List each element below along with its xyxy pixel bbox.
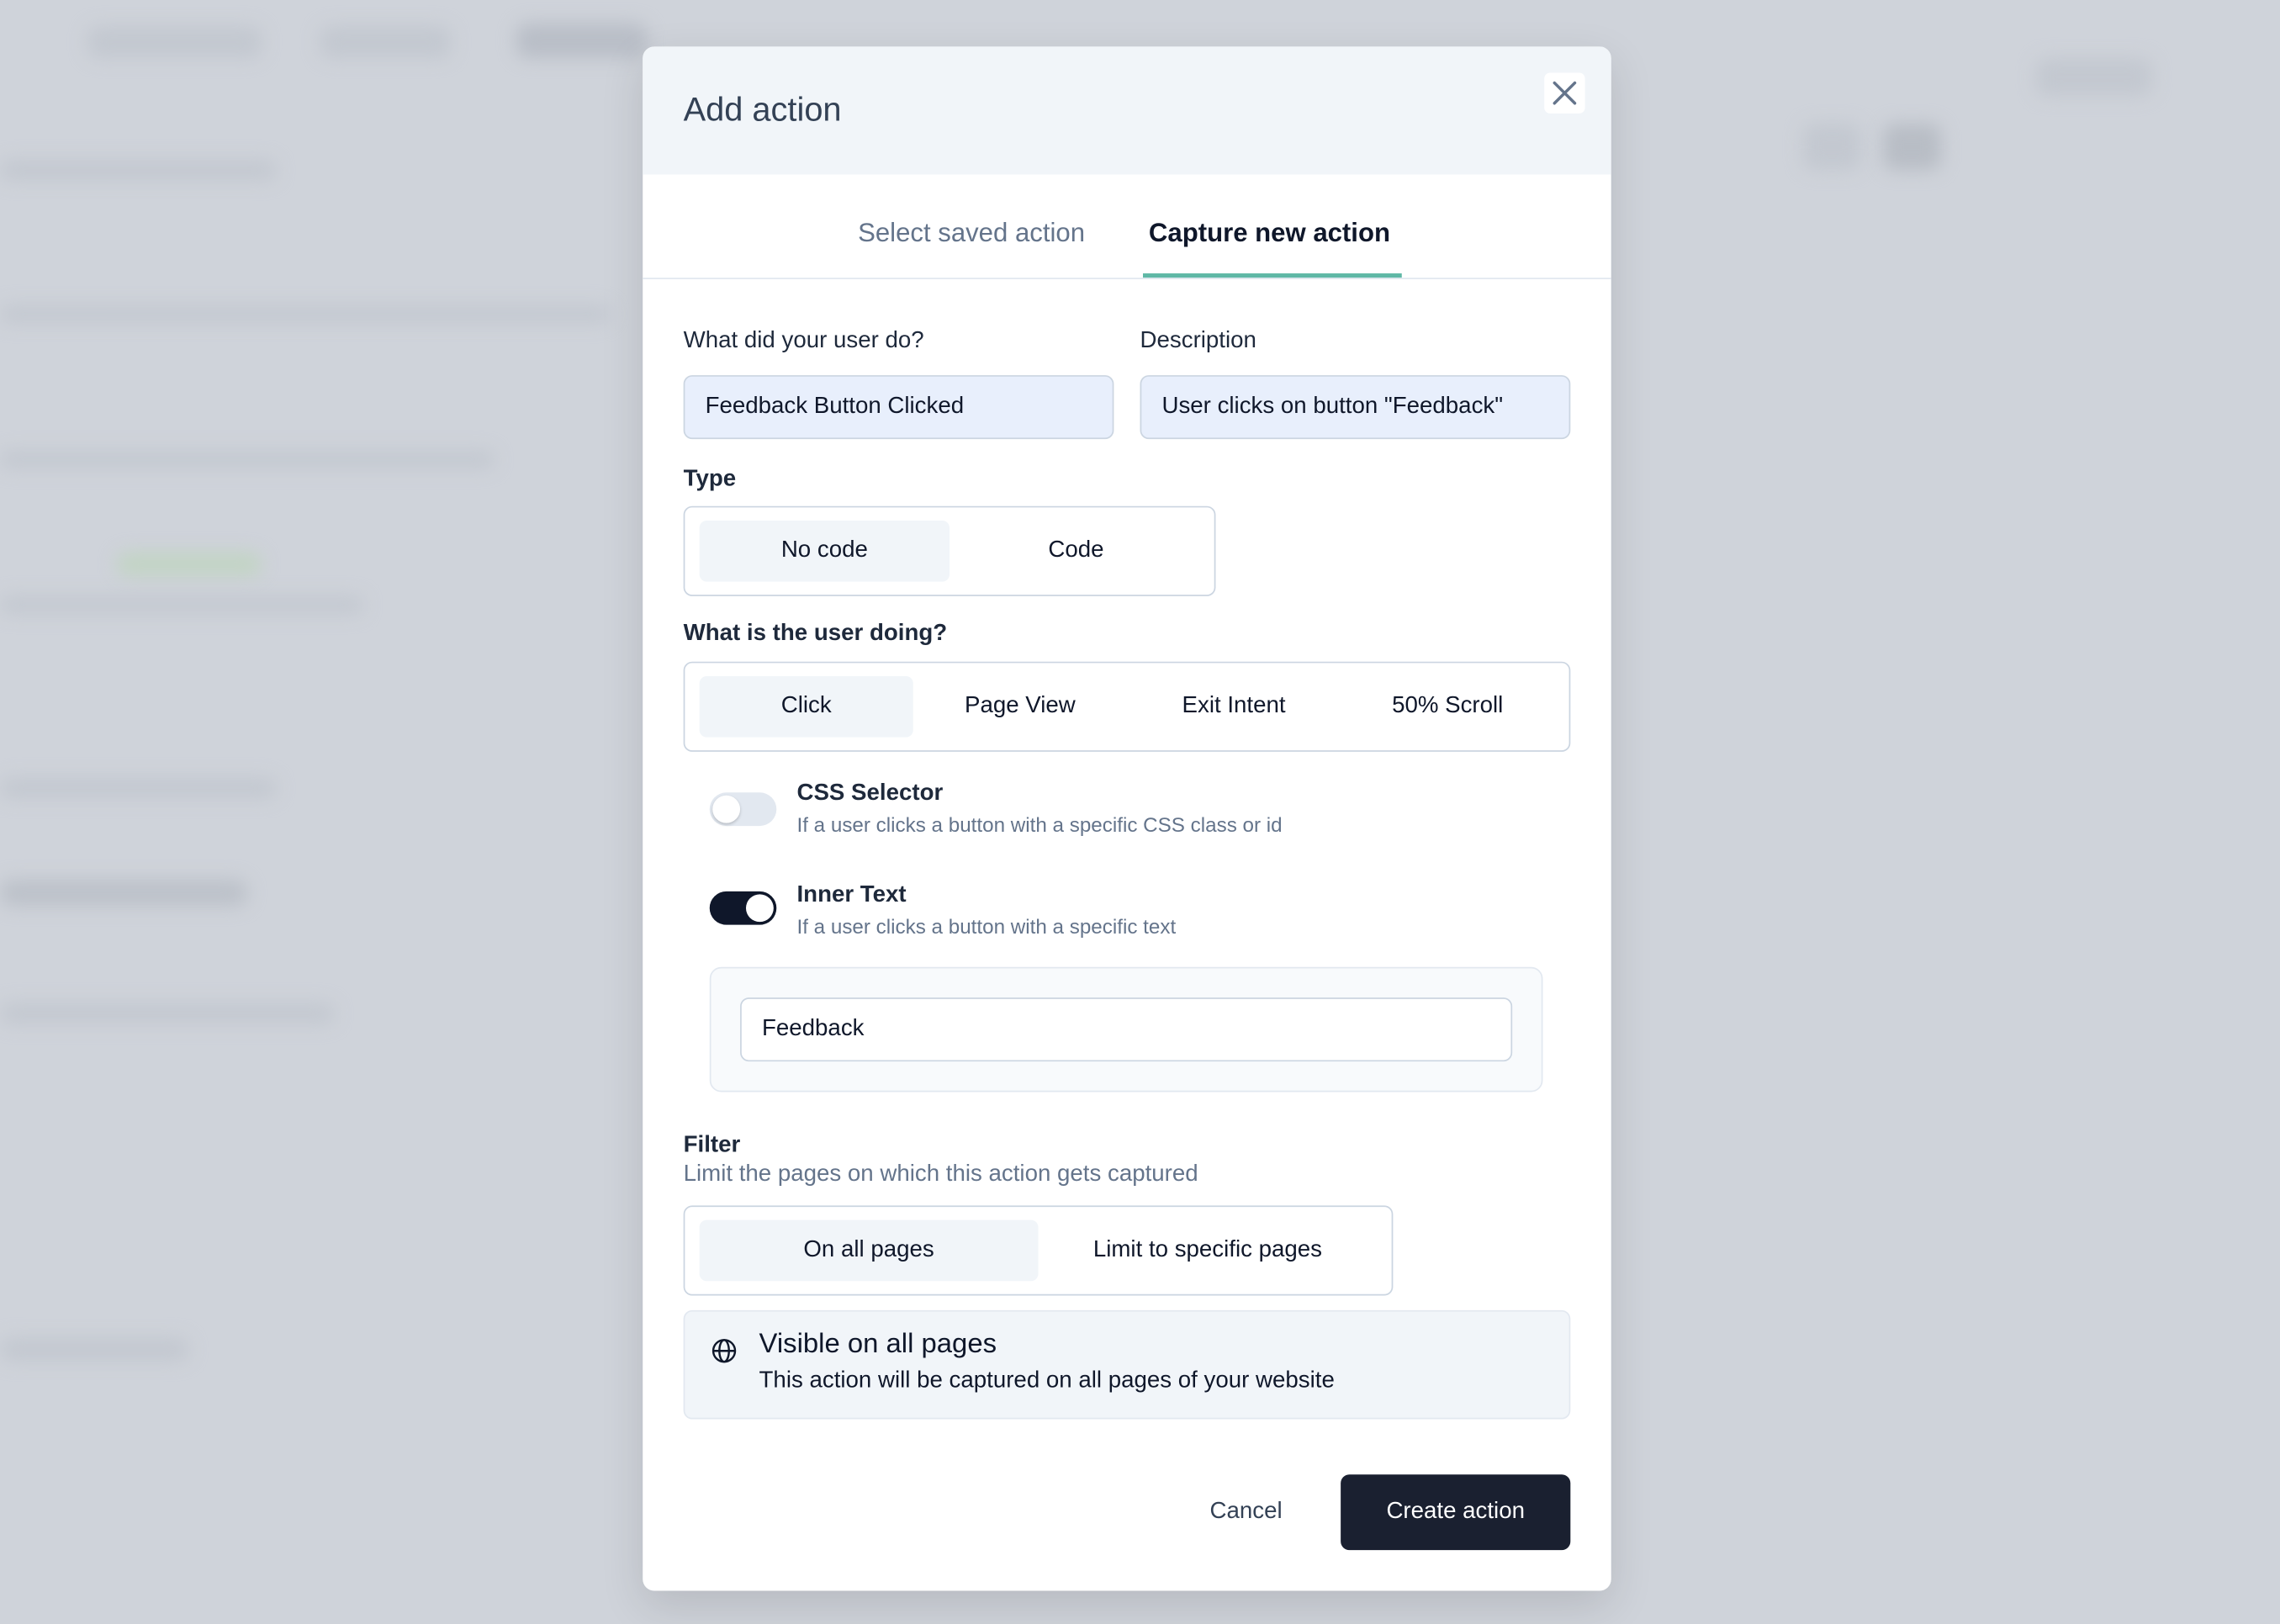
cancel-button[interactable]: Cancel xyxy=(1210,1500,1283,1526)
toggle-knob xyxy=(712,795,741,823)
action-name-input[interactable]: Feedback Button Clicked xyxy=(683,375,1114,440)
filter-segmented-control: On all pages Limit to specific pages xyxy=(683,1205,1394,1296)
tab-select-saved-action[interactable]: Select saved action xyxy=(858,218,1085,248)
user-doing-label: What is the user doing? xyxy=(683,621,948,646)
type-option-no-code[interactable]: No code xyxy=(699,520,950,582)
css-selector-toggle[interactable] xyxy=(709,792,777,827)
css-selector-description: If a user clicks a button with a specifi… xyxy=(796,812,1283,837)
filter-label: Filter xyxy=(683,1132,741,1158)
info-text: This action will be captured on all page… xyxy=(759,1367,1335,1394)
option-exit-intent[interactable]: Exit Intent xyxy=(1127,676,1341,738)
inner-text-description: If a user clicks a button with a specifi… xyxy=(796,914,1177,939)
create-action-button[interactable]: Create action xyxy=(1341,1474,1571,1551)
option-click[interactable]: Click xyxy=(699,675,913,738)
inner-text-input[interactable]: Feedback xyxy=(740,997,1513,1062)
filter-info-box xyxy=(683,1309,1571,1420)
globe-icon xyxy=(712,1339,737,1363)
type-segmented-control: No code Code xyxy=(683,505,1216,596)
toggle-knob xyxy=(745,894,774,923)
option-limit-specific-pages[interactable]: Limit to specific pages xyxy=(1039,1220,1378,1282)
description-label: Description xyxy=(1140,328,1256,354)
description-input[interactable]: User clicks on button "Feedback" xyxy=(1140,375,1571,440)
user-doing-segmented-control: Click Page View Exit Intent 50% Scroll xyxy=(683,661,1571,752)
modal-title: Add action xyxy=(683,90,842,129)
tabs-divider xyxy=(643,278,1611,279)
filter-description: Limit the pages on which this action get… xyxy=(683,1161,1198,1187)
css-selector-title: CSS Selector xyxy=(796,780,944,806)
tab-capture-new-action[interactable]: Capture new action xyxy=(1149,218,1390,248)
close-button[interactable] xyxy=(1544,72,1585,114)
option-page-view[interactable]: Page View xyxy=(913,676,1127,738)
option-50-scroll[interactable]: 50% Scroll xyxy=(1341,676,1554,738)
type-option-code[interactable]: Code xyxy=(952,521,1199,582)
info-title: Visible on all pages xyxy=(759,1329,997,1360)
option-on-all-pages[interactable]: On all pages xyxy=(699,1219,1039,1282)
inner-text-title: Inner Text xyxy=(796,882,907,907)
x-icon xyxy=(1553,81,1577,105)
add-action-modal: Add action Select saved action Capture n… xyxy=(643,46,1611,1591)
type-label: Type xyxy=(683,467,737,492)
inner-text-toggle[interactable] xyxy=(709,891,777,925)
name-label: What did your user do? xyxy=(683,328,924,354)
